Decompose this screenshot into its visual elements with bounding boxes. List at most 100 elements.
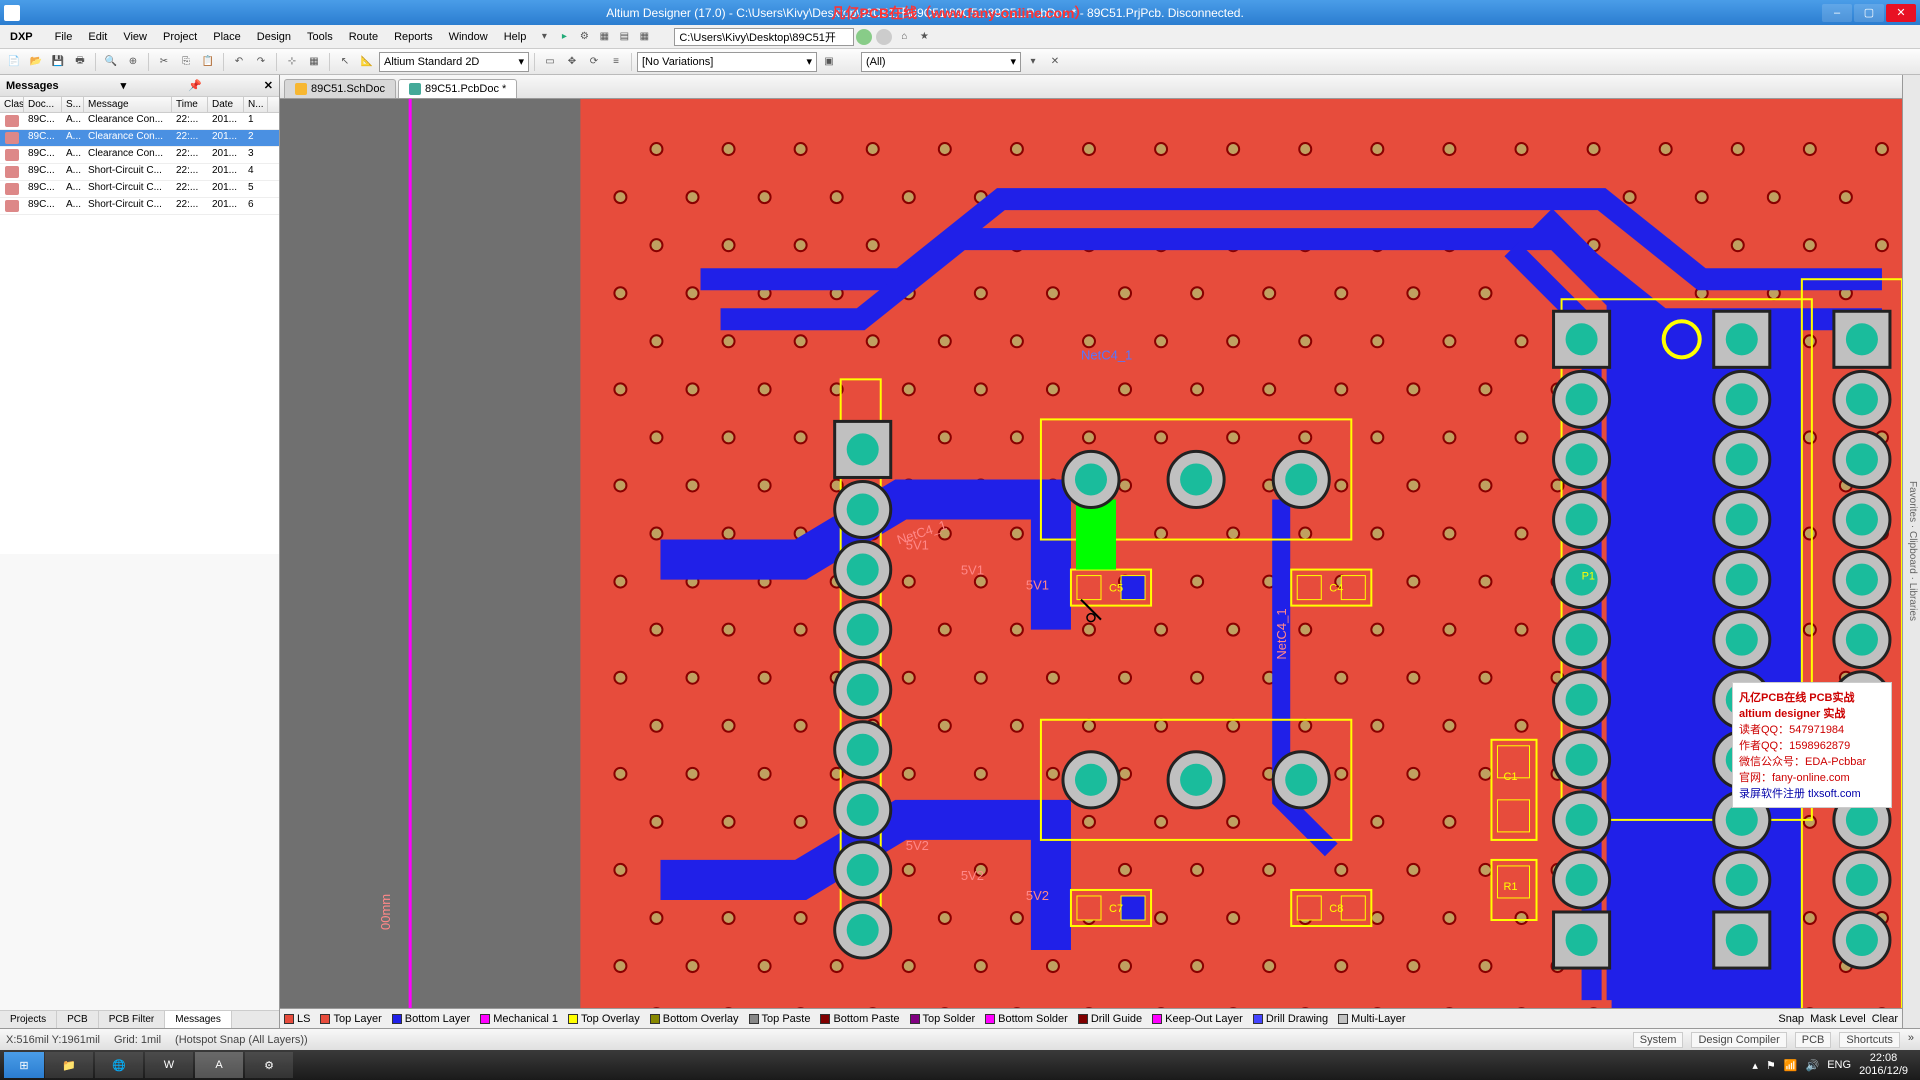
help-menu[interactable]: Help xyxy=(496,29,535,45)
message-row[interactable]: 89C...A...Short-Circuit C...22:...201...… xyxy=(0,198,279,215)
layer-bot-overlay[interactable]: Bottom Overlay xyxy=(650,1013,739,1025)
open-icon[interactable]: 📂 xyxy=(26,52,46,72)
message-row[interactable]: 89C...A...Clearance Con...22:...201...3 xyxy=(0,147,279,164)
layer-multi[interactable]: Multi-Layer xyxy=(1338,1013,1405,1025)
measure-icon[interactable]: 📐 xyxy=(357,52,377,72)
file-menu[interactable]: File xyxy=(47,29,81,45)
layer-bot-solder[interactable]: Bottom Solder xyxy=(985,1013,1068,1025)
grid2-icon[interactable]: ▦ xyxy=(634,27,654,47)
altium-taskbar-icon[interactable]: A xyxy=(195,1052,243,1078)
layer-drill-draw[interactable]: Drill Drawing xyxy=(1253,1013,1328,1025)
pcb-canvas[interactable]: 00mm xyxy=(280,99,1902,1008)
filter-clear-icon[interactable]: ✕ xyxy=(1045,52,1065,72)
run-icon[interactable]: ▸ xyxy=(554,27,574,47)
back-icon[interactable] xyxy=(856,29,872,45)
save-icon[interactable]: 💾 xyxy=(48,52,68,72)
system-button[interactable]: System xyxy=(1633,1032,1684,1048)
grid-snap-icon[interactable]: ▦ xyxy=(304,52,324,72)
copy-icon[interactable]: ⎘ xyxy=(176,52,196,72)
layer-keepout[interactable]: Keep-Out Layer xyxy=(1152,1013,1243,1025)
start-button[interactable]: ⊞ xyxy=(4,1052,44,1078)
message-row[interactable]: 89C...A...Clearance Con...22:...201...2 xyxy=(0,130,279,147)
volume-icon[interactable]: 🔊 xyxy=(1806,1059,1820,1072)
undo-icon[interactable]: ↶ xyxy=(229,52,249,72)
minimize-button[interactable]: – xyxy=(1822,4,1852,22)
message-row[interactable]: 89C...A...Short-Circuit C...22:...201...… xyxy=(0,181,279,198)
toolbar-dropdown-icon[interactable]: ▾ xyxy=(534,27,554,47)
move-icon[interactable]: ✥ xyxy=(562,52,582,72)
layers-icon[interactable]: ▤ xyxy=(614,27,634,47)
network-icon[interactable]: 📶 xyxy=(1784,1059,1798,1072)
tools-menu[interactable]: Tools xyxy=(299,29,341,45)
tray-up-icon[interactable]: ▴ xyxy=(1752,1059,1758,1072)
grid-icon[interactable]: ▦ xyxy=(594,27,614,47)
pin-icon[interactable]: 📌 xyxy=(188,79,202,92)
sch-doc-tab[interactable]: 89C51.SchDoc xyxy=(284,79,396,98)
place-menu[interactable]: Place xyxy=(205,29,249,45)
cut-icon[interactable]: ✂ xyxy=(154,52,174,72)
clock[interactable]: 22:08 2016/12/9 xyxy=(1859,1052,1908,1078)
design-menu[interactable]: Design xyxy=(249,29,299,45)
project-menu[interactable]: Project xyxy=(155,29,205,45)
variations-combo[interactable]: [No Variations]▾ xyxy=(637,52,817,72)
tray-status-icon[interactable]: ⚑ xyxy=(1766,1059,1776,1072)
layer-drill-guide[interactable]: Drill Guide xyxy=(1078,1013,1142,1025)
rotate-icon[interactable]: ⟳ xyxy=(584,52,604,72)
layer-top-overlay[interactable]: Top Overlay xyxy=(568,1013,640,1025)
favorite-icon[interactable]: ★ xyxy=(914,27,934,47)
filter-combo[interactable]: (All)▾ xyxy=(861,52,1021,72)
layer-top-paste[interactable]: Top Paste xyxy=(749,1013,811,1025)
layers-btn-icon[interactable]: ▣ xyxy=(819,52,839,72)
panel-close-icon[interactable]: ✕ xyxy=(264,79,273,92)
clear-button[interactable]: Clear xyxy=(1872,1013,1898,1025)
pcb-button[interactable]: PCB xyxy=(1795,1032,1832,1048)
window-menu[interactable]: Window xyxy=(441,29,496,45)
forward-icon[interactable] xyxy=(876,29,892,45)
close-button[interactable]: ✕ xyxy=(1886,4,1916,22)
design-compiler-button[interactable]: Design Compiler xyxy=(1691,1032,1786,1048)
panel-dropdown-icon[interactable]: ▾ xyxy=(121,79,127,92)
explorer-taskbar-icon[interactable]: 📁 xyxy=(45,1052,93,1078)
edit-menu[interactable]: Edit xyxy=(80,29,115,45)
right-sidebar[interactable]: Favorites · Clipboard · Libraries xyxy=(1902,75,1920,1028)
message-row[interactable]: 89C...A...Clearance Con...22:...201...1 xyxy=(0,113,279,130)
pcb-filter-tab[interactable]: PCB Filter xyxy=(99,1011,166,1028)
pcb-doc-tab[interactable]: 89C51.PcbDoc * xyxy=(398,79,517,98)
path-box[interactable] xyxy=(674,28,854,46)
layer-bottom[interactable]: Bottom Layer xyxy=(392,1013,470,1025)
messages-grid[interactable]: Class Doc... S... Message Time Date N...… xyxy=(0,97,279,554)
layer-top[interactable]: Top Layer xyxy=(320,1013,381,1025)
view-mode-combo[interactable]: Altium Standard 2D▾ xyxy=(379,52,529,72)
redo-icon[interactable]: ↷ xyxy=(251,52,271,72)
tool-taskbar-icon[interactable]: ⚙ xyxy=(245,1052,293,1078)
align-icon[interactable]: ≡ xyxy=(606,52,626,72)
messages-tab[interactable]: Messages xyxy=(165,1011,232,1028)
pcb-tab[interactable]: PCB xyxy=(57,1011,99,1028)
preview-icon[interactable]: 🔍 xyxy=(101,52,121,72)
route-menu[interactable]: Route xyxy=(341,29,386,45)
zoom-icon[interactable]: ⊕ xyxy=(123,52,143,72)
view-menu[interactable]: View xyxy=(115,29,155,45)
layer-bot-paste[interactable]: Bottom Paste xyxy=(820,1013,899,1025)
layer-mech[interactable]: Mechanical 1 xyxy=(480,1013,558,1025)
app-taskbar-icon[interactable]: W xyxy=(145,1052,193,1078)
print-icon[interactable]: 🖶 xyxy=(70,52,90,72)
new-icon[interactable]: 📄 xyxy=(4,52,24,72)
projects-tab[interactable]: Projects xyxy=(0,1011,57,1028)
menu-chevron-icon[interactable]: » xyxy=(1908,1032,1914,1048)
filter-apply-icon[interactable]: ▾ xyxy=(1023,52,1043,72)
dxp-menu[interactable]: DXP xyxy=(4,29,39,45)
snap-toggle[interactable]: Snap xyxy=(1778,1013,1804,1025)
lang-indicator[interactable]: ENG xyxy=(1827,1059,1851,1071)
paste-icon[interactable]: 📋 xyxy=(198,52,218,72)
pointer-icon[interactable]: ↖ xyxy=(335,52,355,72)
config-icon[interactable]: ⚙ xyxy=(574,27,594,47)
snap-icon[interactable]: ⊹ xyxy=(282,52,302,72)
browser-taskbar-icon[interactable]: 🌐 xyxy=(95,1052,143,1078)
shortcuts-button[interactable]: Shortcuts xyxy=(1839,1032,1899,1048)
home-icon[interactable]: ⌂ xyxy=(894,27,914,47)
maximize-button[interactable]: ▢ xyxy=(1854,4,1884,22)
reports-menu[interactable]: Reports xyxy=(386,29,441,45)
select-icon[interactable]: ▭ xyxy=(540,52,560,72)
message-row[interactable]: 89C...A...Short-Circuit C...22:...201...… xyxy=(0,164,279,181)
